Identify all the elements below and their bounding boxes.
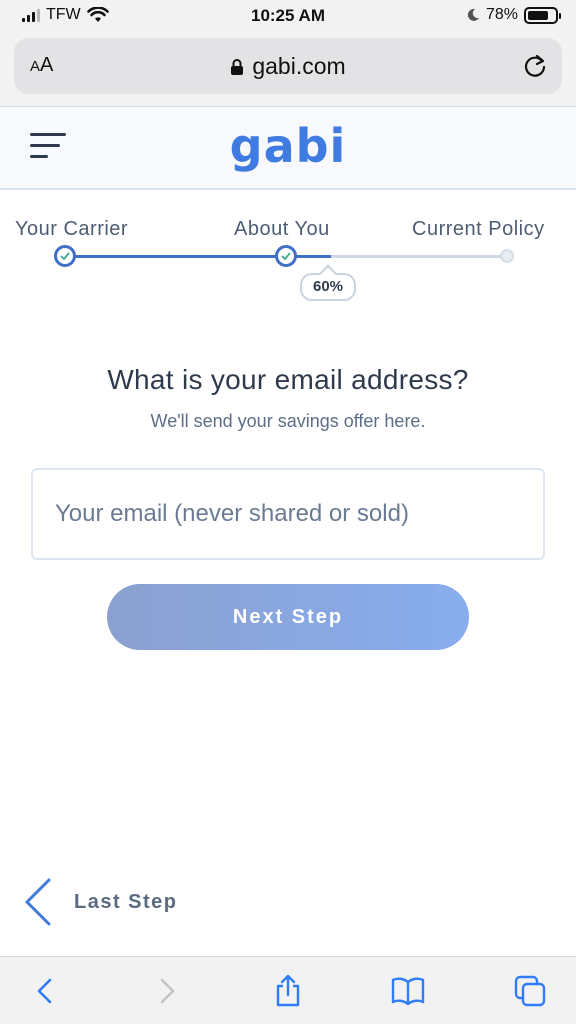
reload-icon[interactable] [522,53,548,79]
status-bar: TFW 10:25 AM 78% [0,0,576,34]
site-header: gabi [0,106,576,190]
progress-steps: Your Carrier About You Current Policy [0,218,576,240]
url-text: gabi.com [252,53,346,79]
step-node-complete [54,245,76,267]
next-step-button[interactable]: Next Step [107,584,469,650]
url-display[interactable]: gabi.com [14,53,562,80]
browser-address-area: AA gabi.com [0,34,576,106]
progress-percent-badge: 60% [300,273,356,301]
chevron-left-icon [25,878,51,926]
page-question: What is your email address? [107,364,469,395]
check-icon [281,252,291,260]
back-icon[interactable] [26,973,62,1009]
bookmarks-icon[interactable] [390,973,426,1009]
share-icon[interactable] [270,973,306,1009]
last-step-label: Last Step [74,890,178,913]
step-node-pending [500,249,514,263]
step-label-your-carrier: Your Carrier [15,218,129,240]
moon-icon [467,8,479,21]
gabi-logo[interactable]: gabi [0,119,576,173]
tabs-icon[interactable] [512,973,548,1009]
forward-icon[interactable] [150,973,186,1009]
last-step-link[interactable]: Last Step [22,876,178,928]
step-node-complete [275,245,297,267]
step-label-about-you: About You [234,218,330,240]
check-icon [60,252,70,260]
address-bar[interactable]: AA gabi.com [14,38,562,94]
lock-icon [231,58,244,75]
battery-percent: 78% [485,6,518,23]
battery-icon [524,6,561,24]
step-label-current-policy: Current Policy [412,218,545,240]
email-field[interactable] [31,468,545,560]
battery-info: 78% [466,6,561,24]
page-subtext: We'll send your savings offer here. [150,411,426,431]
browser-toolbar [0,956,576,1024]
